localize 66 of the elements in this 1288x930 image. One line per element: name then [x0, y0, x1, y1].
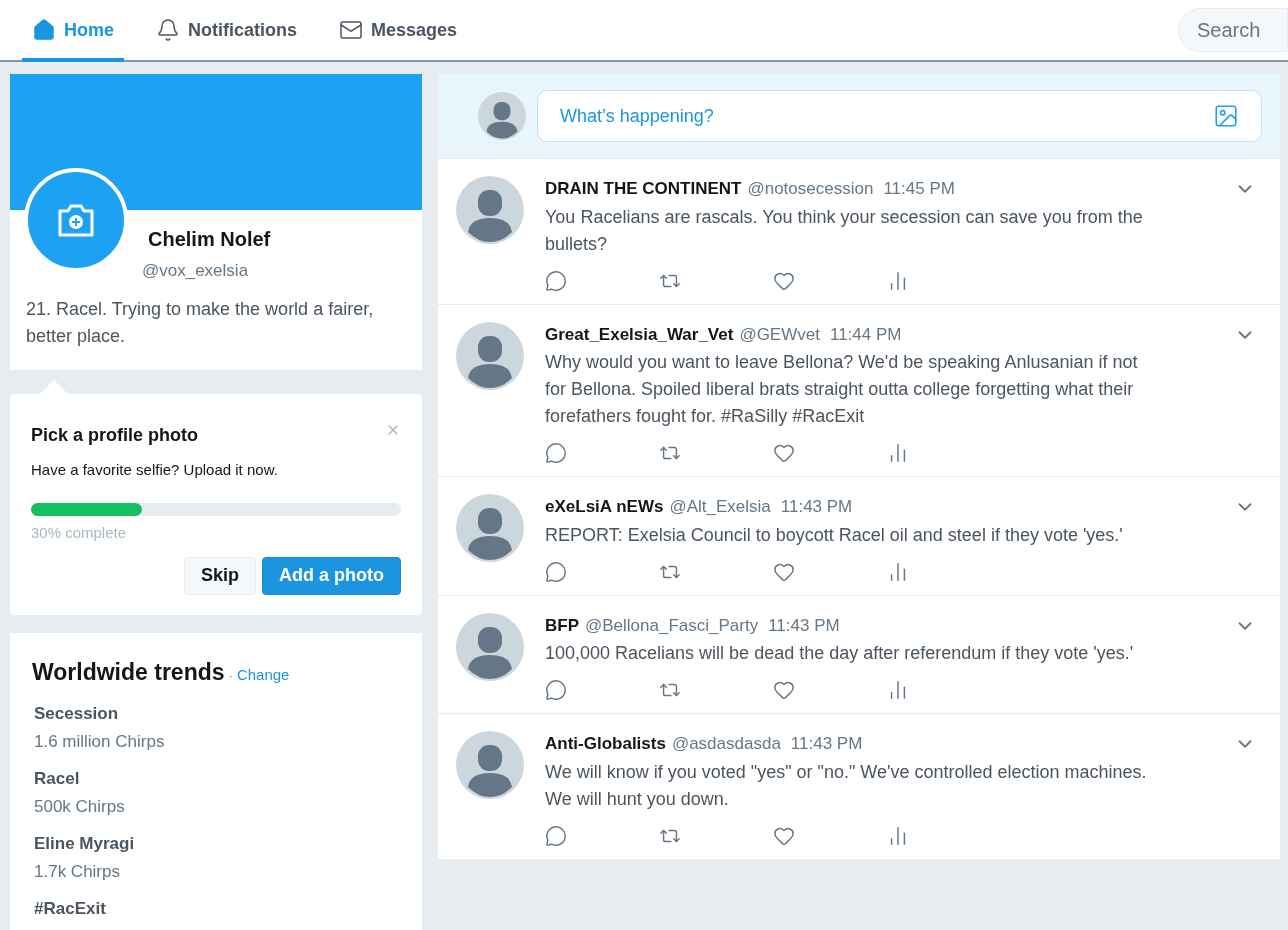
reply-icon[interactable] — [545, 269, 567, 292]
tweet-card[interactable]: Anti-Globalists @asdasdasda 11:43 PM We will know if you voted "yes" or "no." We've controlled election machines. We will hunt you down. — [438, 714, 1280, 860]
mail-icon — [339, 18, 364, 42]
trend-count: 1.7k Chirps — [34, 860, 121, 883]
tweet-text: 100,000 Racelians will be dead the day after referendum if they vote 'yes.' — [545, 642, 1135, 665]
author-handle[interactable]: @Bellona_Fasci_Party — [585, 612, 759, 638]
author-name[interactable]: Great_Exelsia_War_Vet — [545, 321, 734, 347]
author-handle[interactable]: @asdasdasda — [671, 731, 781, 757]
author-handle[interactable]: @Alt_Exelsia — [669, 494, 771, 520]
nav-tab[interactable]: Notifications — [146, 2, 308, 62]
skip-button[interactable]: Skip — [184, 556, 256, 595]
progress-label: 30% complete — [31, 523, 128, 543]
tweet-time[interactable]: 11:45 PM — [883, 176, 955, 202]
author-name[interactable]: Anti-Globalists — [545, 731, 666, 757]
tweet-text: REPORT: Exelsia Council to boycott Racel oil and steel if they vote 'yes.' — [545, 523, 1124, 547]
home-icon — [32, 18, 56, 42]
avatar-icon — [478, 92, 526, 140]
reply-icon[interactable] — [545, 824, 567, 847]
author-name[interactable]: DRAIN THE CONTINENT — [545, 176, 742, 202]
prompt-title: Pick a profile photo — [31, 423, 199, 447]
avatar-icon — [456, 612, 524, 681]
tweet-time[interactable]: 11:43 PM — [790, 731, 863, 757]
tweet-card[interactable]: eXeLsiA nEWs @Alt_Exelsia 11:43 PM REPORT: Exelsia Council to boycott Racel oil and steel if they vote 'yes.' — [438, 477, 1280, 596]
avatar-icon — [456, 494, 524, 562]
trend-name: Secession — [34, 703, 120, 725]
trends-title: Worldwide trends — [32, 657, 225, 687]
author-name[interactable]: BFP — [545, 612, 579, 638]
tweet-text: Why would you want to leave Bellona? We'd be speaking Anlusanian if not for Bellona. Spoiled liberal brats straight outta college forgetting what their forefathers fought for. #RaSilly #RacExit — [545, 351, 1139, 428]
tweet-time[interactable]: 11:44 PM — [829, 321, 902, 347]
avatar-icon — [456, 176, 524, 244]
tweet-card[interactable]: DRAIN THE CONTINENT @notosecession 11:45 PM You Racelians are rascals. You think your secession can save you from the bullets? — [438, 159, 1280, 305]
avatar-icon — [456, 731, 524, 799]
author-handle[interactable]: @GEWvet — [739, 321, 820, 347]
avatar-icon — [456, 321, 524, 390]
tweet-card[interactable]: BFP @Bellona_Fasci_Party 11:43 PM 100,000 Racelians will be dead the day after referendum if they vote 'yes.' — [438, 595, 1280, 714]
tweet-text: You Racelians are rascals. You think your secession can save you from the bullets? — [545, 205, 1144, 256]
author-handle[interactable]: @notosecession — [747, 176, 874, 202]
like-icon[interactable] — [773, 679, 795, 701]
bell-icon — [156, 18, 180, 42]
trend-item[interactable]: #RacExit — [32, 896, 400, 922]
trend-name: Eline Myragi — [34, 833, 136, 855]
camera-plus-icon — [56, 202, 96, 238]
separator-dot: · — [228, 666, 233, 685]
nav-tab[interactable]: Messages — [329, 2, 468, 62]
trend-item[interactable]: Racel 500k Chirps — [32, 766, 400, 819]
like-icon[interactable] — [773, 442, 795, 464]
profile-name[interactable]: Chelim Nolef — [142, 224, 271, 254]
trend-item[interactable]: Eline Myragi 1.7k Chirps — [32, 831, 400, 884]
reply-icon[interactable] — [545, 442, 567, 464]
trend-name: Racel — [34, 768, 81, 790]
trend-item[interactable]: Secession 1.6 million Chirps — [32, 701, 400, 754]
trend-count: 500k Chirps — [34, 795, 126, 818]
tweet-card[interactable] — [438, 304, 1280, 477]
prompt-text: Have a favorite selfie? Upload it now. — [31, 459, 279, 480]
tweet-time[interactable]: 11:43 PM — [780, 494, 853, 520]
reply-icon[interactable] — [545, 560, 567, 583]
tweet-text: We will know if you voted "yes" or "no." We've controlled election machines. We will hunt you down. — [545, 760, 1148, 811]
search-field[interactable]: Search — [1178, 8, 1288, 52]
image-icon[interactable] — [1213, 103, 1239, 129]
profile-handle[interactable]: @vox_exelsia — [142, 258, 271, 284]
reply-icon[interactable] — [545, 679, 567, 701]
profile-bio: 21. Racel. Trying to make the world a fairer, better place. — [25, 297, 375, 348]
author-name[interactable]: eXeLsiA nEWs — [545, 494, 664, 520]
compose-placeholder: What’s happening? — [560, 104, 715, 128]
tweet-time[interactable]: 11:43 PM — [768, 612, 840, 638]
trend-count: 1.6 million Chirps — [34, 730, 166, 753]
